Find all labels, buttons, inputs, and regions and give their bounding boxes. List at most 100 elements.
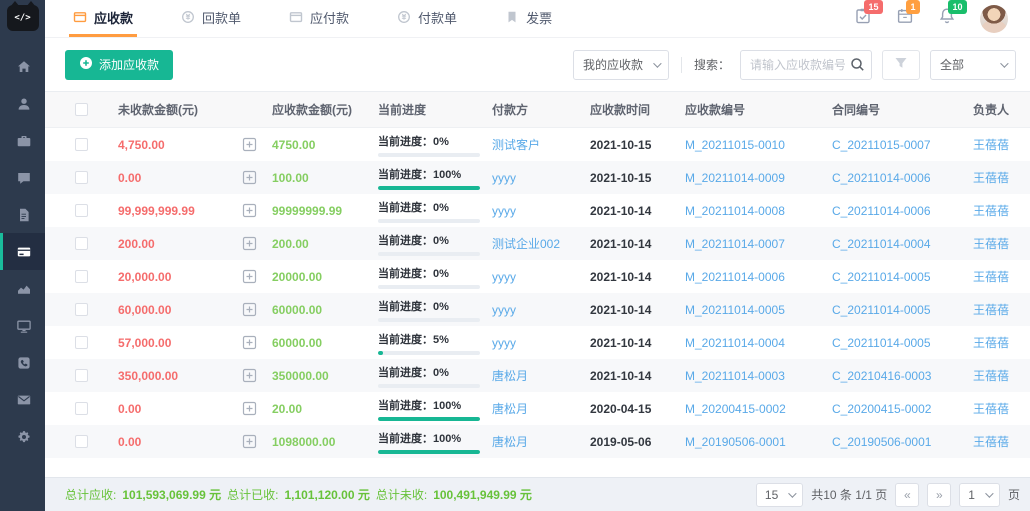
expand-row-icon[interactable] bbox=[242, 335, 257, 350]
expand-row-icon[interactable] bbox=[242, 170, 257, 185]
contract-no-link[interactable]: C_20200415-0002 bbox=[832, 402, 931, 416]
payer-link[interactable]: yyyy bbox=[492, 270, 516, 284]
tab-payment-orders[interactable]: 付款单 bbox=[393, 0, 461, 37]
schedule-button[interactable]: 1 bbox=[896, 7, 914, 30]
row-checkbox[interactable] bbox=[75, 435, 88, 448]
payer-link[interactable]: 测试客户 bbox=[492, 138, 540, 152]
owner-link[interactable]: 王蓓蓓 bbox=[973, 204, 1009, 218]
prev-page-button[interactable]: « bbox=[895, 483, 919, 507]
row-checkbox[interactable] bbox=[75, 303, 88, 316]
expand-row-icon[interactable] bbox=[242, 269, 257, 284]
expand-row-icon[interactable] bbox=[242, 203, 257, 218]
sidebar-item-messages[interactable] bbox=[0, 159, 45, 196]
total-receivable-value: 101,593,069.99 元 bbox=[122, 486, 221, 503]
row-checkbox[interactable] bbox=[75, 369, 88, 382]
sidebar-item-settings[interactable] bbox=[0, 418, 45, 455]
expand-row-icon[interactable] bbox=[242, 302, 257, 317]
tab-payables[interactable]: 应付款 bbox=[285, 0, 353, 37]
add-receivable-button[interactable]: 添加应收款 bbox=[65, 50, 173, 80]
row-checkbox[interactable] bbox=[75, 138, 88, 151]
receivable-no-link[interactable]: M_20211015-0010 bbox=[685, 138, 785, 152]
row-checkbox[interactable] bbox=[75, 171, 88, 184]
sidebar-item-phone[interactable] bbox=[0, 344, 45, 381]
owner-link[interactable]: 王蓓蓓 bbox=[973, 402, 1009, 416]
alerts-button[interactable]: 10 bbox=[938, 7, 956, 30]
receivable-no-link[interactable]: M_20211014-0007 bbox=[685, 237, 785, 251]
receivable-no-link[interactable]: M_20211014-0006 bbox=[685, 270, 785, 284]
approvals-button[interactable]: 15 bbox=[854, 7, 872, 30]
contract-no-link[interactable]: C_20210416-0003 bbox=[832, 369, 931, 383]
sidebar-item-home[interactable] bbox=[0, 48, 45, 85]
search-box bbox=[740, 50, 872, 80]
expand-cell bbox=[242, 170, 272, 185]
sidebar-item-workstation[interactable] bbox=[0, 307, 45, 344]
receivable-no-link[interactable]: M_20190506-0001 bbox=[685, 435, 786, 449]
page-size-select[interactable]: 15 bbox=[756, 483, 803, 507]
payer-link[interactable]: 唐松月 bbox=[492, 369, 528, 383]
owner-link[interactable]: 王蓓蓓 bbox=[973, 303, 1009, 317]
contract-no-link[interactable]: C_20211014-0006 bbox=[832, 204, 931, 218]
user-avatar[interactable] bbox=[980, 5, 1008, 33]
owner-link[interactable]: 王蓓蓓 bbox=[973, 369, 1009, 383]
sidebar-item-contacts[interactable] bbox=[0, 85, 45, 122]
app-logo[interactable]: </> bbox=[0, 0, 45, 36]
expand-row-icon[interactable] bbox=[242, 137, 257, 152]
payer-link[interactable]: yyyy bbox=[492, 303, 516, 317]
tab-receivables[interactable]: 应收款 bbox=[69, 0, 137, 37]
row-checkbox[interactable] bbox=[75, 336, 88, 349]
contract-no-link[interactable]: C_20211014-0005 bbox=[832, 336, 931, 350]
sidebar-item-reports[interactable] bbox=[0, 270, 45, 307]
receivable-no-link[interactable]: M_20211014-0008 bbox=[685, 204, 785, 218]
row-checkbox[interactable] bbox=[75, 402, 88, 415]
receivable-no-link[interactable]: M_20211014-0003 bbox=[685, 369, 785, 383]
pagination-summary: 共10 条 1/1 页 bbox=[811, 486, 887, 503]
contract-no-link[interactable]: C_20211014-0004 bbox=[832, 237, 931, 251]
payer-link[interactable]: 测试企业002 bbox=[492, 237, 560, 251]
select-all-checkbox[interactable] bbox=[75, 103, 88, 116]
expand-row-icon[interactable] bbox=[242, 368, 257, 383]
receivable-no-link[interactable]: M_20211014-0009 bbox=[685, 171, 785, 185]
sidebar-item-mail[interactable] bbox=[0, 381, 45, 418]
unpaid-amount: 0.00 bbox=[118, 402, 242, 416]
page-number-select[interactable]: 1 bbox=[959, 483, 1000, 507]
sidebar: </> bbox=[0, 0, 45, 511]
contract-no-link[interactable]: C_20211014-0005 bbox=[832, 303, 931, 317]
payer-link[interactable]: 唐松月 bbox=[492, 402, 528, 416]
payer-link[interactable]: 唐松月 bbox=[492, 435, 528, 449]
status-select[interactable]: 全部 bbox=[930, 50, 1016, 80]
total-received-label: 总计已收: bbox=[227, 486, 278, 503]
unpaid-amount: 350,000.00 bbox=[118, 369, 242, 383]
tab-invoices[interactable]: 发票 bbox=[501, 0, 556, 37]
owner-link[interactable]: 王蓓蓓 bbox=[973, 270, 1009, 284]
scope-select[interactable]: 我的应收款 bbox=[573, 50, 669, 80]
receivable-no-link[interactable]: M_20211014-0005 bbox=[685, 303, 785, 317]
payer-link[interactable]: yyyy bbox=[492, 171, 516, 185]
receivable-no-link[interactable]: M_20211014-0004 bbox=[685, 336, 785, 350]
expand-row-icon[interactable] bbox=[242, 434, 257, 449]
next-page-button[interactable]: » bbox=[927, 483, 951, 507]
owner-link[interactable]: 王蓓蓓 bbox=[973, 138, 1009, 152]
expand-row-icon[interactable] bbox=[242, 236, 257, 251]
owner-link[interactable]: 王蓓蓓 bbox=[973, 435, 1009, 449]
owner-link[interactable]: 王蓓蓓 bbox=[973, 171, 1009, 185]
receivable-no-link[interactable]: M_20200415-0002 bbox=[685, 402, 786, 416]
row-checkbox[interactable] bbox=[75, 204, 88, 217]
owner-link[interactable]: 王蓓蓓 bbox=[973, 336, 1009, 350]
owner-link[interactable]: 王蓓蓓 bbox=[973, 237, 1009, 251]
contract-no-link[interactable]: C_20211014-0006 bbox=[832, 171, 931, 185]
row-checkbox[interactable] bbox=[75, 270, 88, 283]
expand-row-icon[interactable] bbox=[242, 401, 257, 416]
payer-link[interactable]: yyyy bbox=[492, 336, 516, 350]
payer-link[interactable]: yyyy bbox=[492, 204, 516, 218]
search-icon[interactable] bbox=[850, 57, 865, 77]
filter-button[interactable] bbox=[882, 50, 920, 80]
sidebar-item-documents[interactable] bbox=[0, 196, 45, 233]
sidebar-item-business[interactable] bbox=[0, 122, 45, 159]
contract-no-link[interactable]: C_20211015-0007 bbox=[832, 138, 931, 152]
contract-no-link[interactable]: C_20190506-0001 bbox=[832, 435, 931, 449]
contract-no-link[interactable]: C_20211014-0005 bbox=[832, 270, 931, 284]
tab-payment-received[interactable]: 回款单 bbox=[177, 0, 245, 37]
row-checkbox[interactable] bbox=[75, 237, 88, 250]
chevron-down-icon bbox=[653, 59, 661, 67]
sidebar-item-finance[interactable] bbox=[0, 233, 45, 270]
